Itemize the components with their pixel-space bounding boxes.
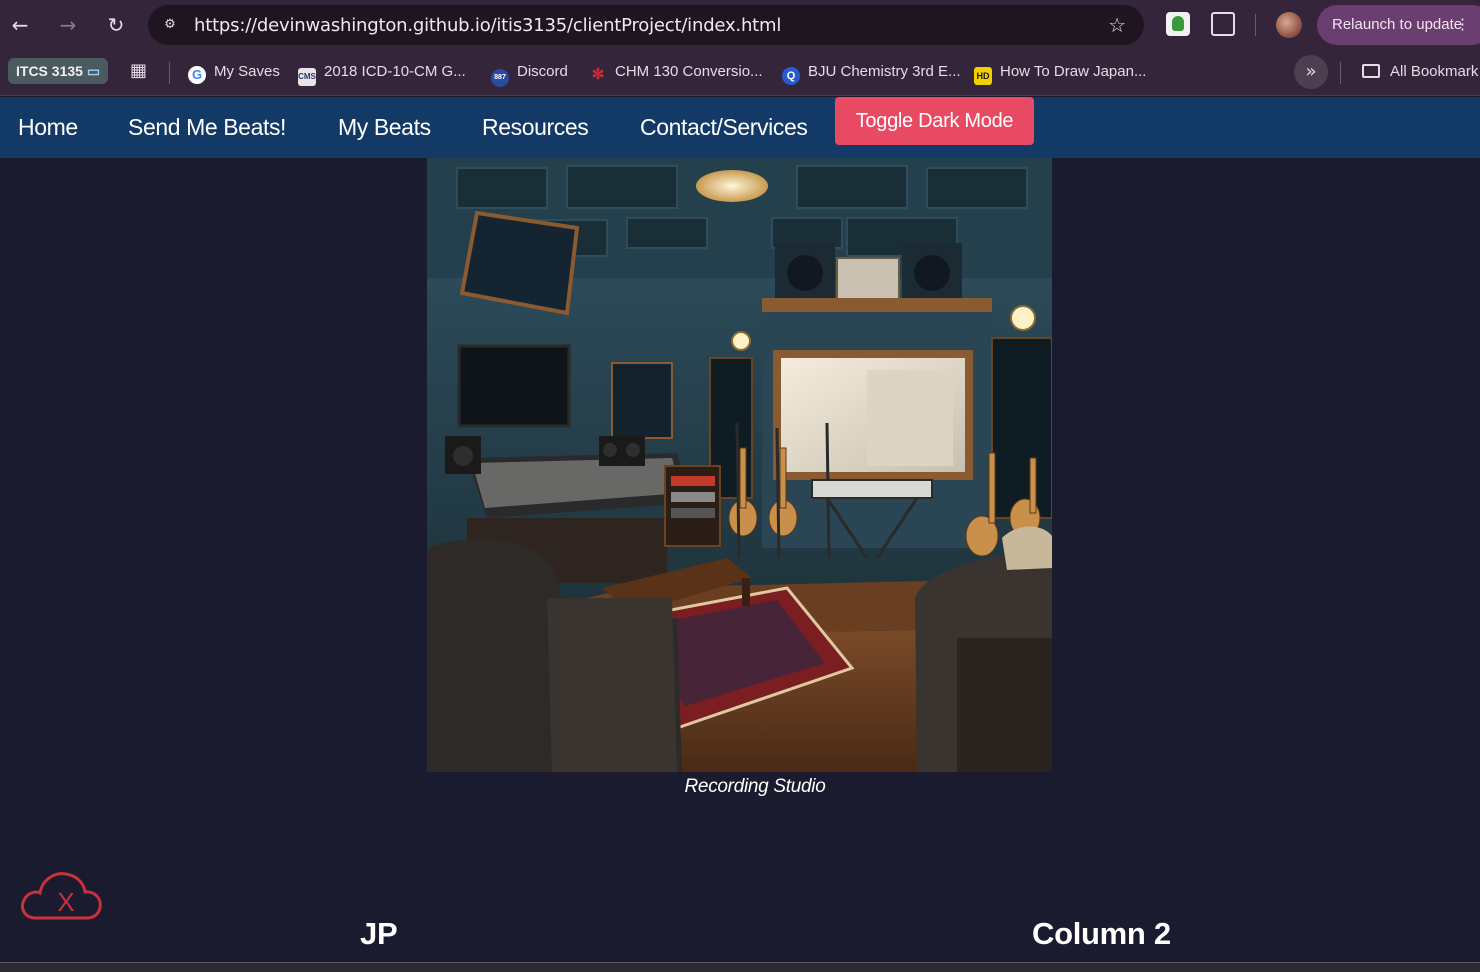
bju-icon: Q xyxy=(782,67,800,85)
profile-avatar[interactable] xyxy=(1276,12,1302,38)
hd-icon: HD xyxy=(974,67,992,85)
site-nav-bar: Home Send Me Beats! My Beats Resources C… xyxy=(0,97,1480,158)
back-arrow-icon[interactable]: ← xyxy=(5,10,35,40)
browser-toolbar: ← → ↻ ⚙ https://devinwashington.github.i… xyxy=(0,0,1480,50)
bookmark-label: 2018 ICD-10-CM G... xyxy=(324,63,466,80)
bookmark-label: Discord xyxy=(517,63,568,80)
folder-icon xyxy=(1362,64,1380,78)
nav-link-contact-services[interactable]: Contact/Services xyxy=(640,97,808,158)
nav-link-home[interactable]: Home xyxy=(18,97,78,158)
all-bookmarks-label: All Bookmark xyxy=(1390,63,1479,80)
all-bookmarks-button[interactable]: All Bookmark xyxy=(1362,61,1478,83)
bookmark-label: CHM 130 Conversio... xyxy=(615,63,763,80)
google-icon: G xyxy=(188,66,206,84)
nav-link-my-beats[interactable]: My Beats xyxy=(338,97,431,158)
bookmark-star-icon[interactable]: ☆ xyxy=(1108,13,1126,37)
bookmark-label: BJU Chemistry 3rd E... xyxy=(808,63,961,80)
relaunch-label: Relaunch to update xyxy=(1332,16,1463,33)
bookmark-label: My Saves xyxy=(214,63,280,80)
bookmark-group-itcs[interactable]: ITCS 3135 ▭ xyxy=(8,58,109,84)
bookmark-my-saves[interactable]: G My Saves xyxy=(188,61,280,84)
bookmark-discord[interactable]: 887 Discord xyxy=(491,61,568,87)
cms-icon: CMS xyxy=(298,68,316,86)
svg-text:X: X xyxy=(57,887,74,917)
extensions-puzzle-icon[interactable] xyxy=(1211,12,1235,36)
page-bottom-divider xyxy=(0,962,1480,972)
nav-link-send-me-beats[interactable]: Send Me Beats! xyxy=(128,97,286,158)
bookmarks-divider xyxy=(1340,62,1341,84)
image-caption: Recording Studio xyxy=(684,776,826,797)
address-bar[interactable]: ⚙ https://devinwashington.github.io/itis… xyxy=(148,5,1144,45)
bookmark-chm130[interactable]: ✻ CHM 130 Conversio... xyxy=(589,61,763,83)
laptop-icon: ▭ xyxy=(86,63,101,79)
discord-icon: 887 xyxy=(491,69,509,87)
bookmark-how-to-draw[interactable]: HD How To Draw Japan... xyxy=(974,61,1147,85)
recording-studio-image xyxy=(427,158,1052,772)
bookmark-bju-chemistry[interactable]: Q BJU Chemistry 3rd E... xyxy=(782,61,961,85)
column-heading-1: JP xyxy=(360,916,398,951)
chevron-double-right-icon[interactable]: » xyxy=(1294,55,1328,89)
forward-arrow-icon[interactable]: → xyxy=(53,10,83,40)
bookmarks-bar: ITCS 3135 ▭ ▦ G My Saves CMS 2018 ICD-10-C… xyxy=(0,50,1480,96)
extension-hand-icon[interactable] xyxy=(1166,12,1190,36)
site-info-icon[interactable]: ⚙ xyxy=(158,13,182,37)
bookmark-icd10[interactable]: CMS 2018 ICD-10-CM G... xyxy=(298,61,466,86)
apps-grid-icon[interactable]: ▦ xyxy=(130,61,150,81)
column-heading-2: Column 2 xyxy=(1032,916,1171,951)
url-text[interactable]: https://devinwashington.github.io/itis31… xyxy=(194,15,781,36)
bookmarks-divider xyxy=(169,62,170,84)
kebab-menu-icon[interactable]: ⋮ xyxy=(1455,5,1470,45)
chm-icon: ✻ xyxy=(591,66,605,83)
nav-link-resources[interactable]: Resources xyxy=(482,97,589,158)
reload-icon[interactable]: ↻ xyxy=(101,10,131,40)
toolbar-divider xyxy=(1255,14,1256,36)
toggle-dark-mode-button[interactable]: Toggle Dark Mode xyxy=(835,97,1034,145)
cloud-error-icon: X xyxy=(21,872,102,920)
bookmark-group-label: ITCS 3135 xyxy=(16,63,83,79)
relaunch-button[interactable]: Relaunch to update ⋮ xyxy=(1317,5,1480,45)
bookmark-label: How To Draw Japan... xyxy=(1000,63,1147,80)
